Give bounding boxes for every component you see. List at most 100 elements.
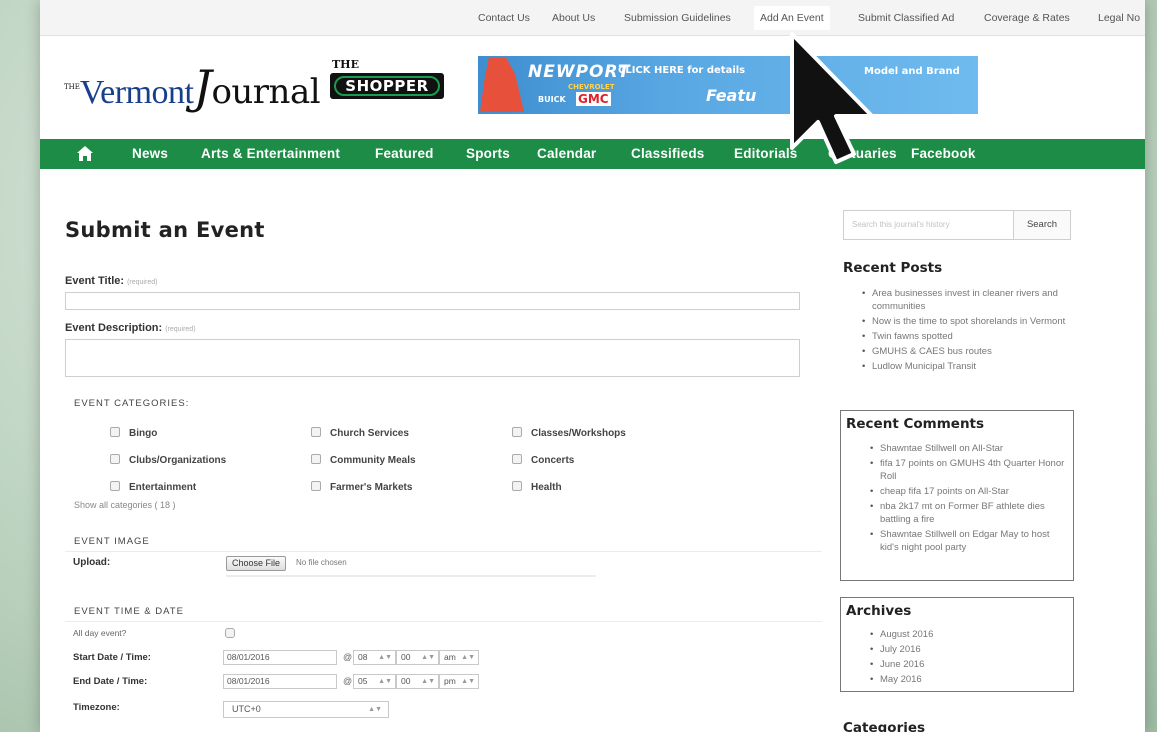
nav-obituaries[interactable]: Obituaries (828, 146, 897, 161)
nav-featured[interactable]: Featured (375, 146, 434, 161)
category-label: Bingo (129, 428, 158, 439)
banner-featured-text: Featu (706, 86, 757, 105)
checkbox[interactable] (110, 481, 120, 491)
category-church-services[interactable]: Church Services (311, 427, 409, 439)
category-label: Entertainment (129, 482, 197, 493)
search-input[interactable]: Search this journal's history (852, 220, 950, 229)
top-link-legal-notices[interactable]: Legal No (1098, 12, 1140, 24)
event-description-textarea[interactable] (65, 339, 800, 377)
end-date-label: End Date / Time: (73, 676, 148, 687)
upload-label: Upload: (73, 557, 111, 568)
archive-link[interactable]: June 2016 (870, 658, 1060, 671)
top-links-bar: Contact Us About Us Submission Guideline… (40, 0, 1145, 36)
recent-comment-link[interactable]: fifa 17 points on GMUHS 4th Quarter Hono… (870, 457, 1068, 483)
start-at-sign: @ (343, 652, 353, 662)
divider (65, 621, 822, 622)
top-link-about-us[interactable]: About Us (552, 12, 595, 24)
nav-arts-entertainment[interactable]: Arts & Entertainment (201, 146, 340, 161)
archive-link[interactable]: July 2016 (870, 643, 1060, 656)
show-all-categories-link[interactable]: Show all categories ( 18 ) (74, 500, 176, 510)
top-link-coverage-rates[interactable]: Coverage & Rates (984, 12, 1070, 24)
checkbox[interactable] (311, 481, 321, 491)
recent-post-link[interactable]: Now is the time to spot shorelands in Ve… (862, 315, 1070, 328)
checkbox[interactable] (311, 454, 321, 464)
start-ampm-spinner[interactable]: am ▲▼ (439, 650, 479, 665)
category-bingo[interactable]: Bingo (110, 427, 157, 439)
nav-news[interactable]: News (132, 146, 168, 161)
recent-post-link[interactable]: GMUHS & CAES bus routes (862, 345, 1070, 358)
recent-post-link[interactable]: Ludlow Municipal Transit (862, 360, 1070, 373)
checkbox[interactable] (110, 427, 120, 437)
banner-gmc: GMC (576, 92, 611, 106)
spinner-arrows-icon: ▲▼ (378, 678, 392, 685)
category-clubs-organizations[interactable]: Clubs/Organizations (110, 454, 226, 466)
start-minute-spinner[interactable]: 00 ▲▼ (396, 650, 439, 665)
archive-link[interactable]: August 2016 (870, 628, 1060, 641)
archive-link[interactable]: May 2016 (870, 673, 1060, 686)
top-link-submission-guidelines[interactable]: Submission Guidelines (624, 12, 731, 24)
shopper-logo[interactable]: SHOPPER THE (330, 58, 444, 100)
end-date-input[interactable]: 08/01/2016 (223, 674, 337, 689)
event-categories-heading: EVENT CATEGORIES: (74, 398, 190, 409)
nav-facebook[interactable]: Facebook (911, 146, 976, 161)
category-farmers-markets[interactable]: Farmer's Markets (311, 481, 412, 493)
recent-post-link[interactable]: Area businesses invest in cleaner rivers… (862, 287, 1070, 313)
recent-comment-link[interactable]: nba 2k17 mt on Former BF athlete dies ba… (870, 500, 1068, 526)
event-title-input[interactable] (65, 292, 800, 310)
recent-posts-list: Area businesses invest in cleaner rivers… (862, 287, 1070, 375)
category-classes-workshops[interactable]: Classes/Workshops (512, 427, 626, 439)
no-file-chosen-text: No file chosen (296, 558, 347, 567)
recent-comment-link[interactable]: Shawntae Stillwell on Edgar May to host … (870, 528, 1068, 554)
logo-j-letter: J (193, 60, 212, 114)
shopper-logo-text: SHOPPER (330, 73, 444, 99)
logo-the-text: THE (64, 83, 80, 91)
home-icon[interactable] (76, 145, 94, 162)
recent-comments-list: Shawntae Stillwell on All-Star fifa 17 p… (870, 442, 1068, 556)
checkbox[interactable] (512, 481, 522, 491)
top-link-add-an-event[interactable]: Add An Event (754, 6, 830, 30)
spinner-arrows-icon: ▲▼ (461, 654, 475, 661)
end-ampm-spinner[interactable]: pm ▲▼ (439, 674, 479, 689)
checkbox[interactable] (110, 454, 120, 464)
nav-classifieds[interactable]: Classifieds (631, 146, 704, 161)
checkbox[interactable] (512, 454, 522, 464)
spinner-arrows-icon: ▲▼ (421, 654, 435, 661)
category-label: Clubs/Organizations (129, 455, 227, 466)
event-description-label: Event Description: (required) (65, 322, 196, 334)
timezone-select[interactable]: UTC+0 ▲▼ (223, 701, 389, 718)
nav-sports[interactable]: Sports (466, 146, 510, 161)
chevron-down-icon: ▲▼ (368, 706, 382, 713)
spinner-arrows-icon: ▲▼ (378, 654, 392, 661)
event-description-required: (required) (165, 326, 196, 333)
checkbox[interactable] (311, 427, 321, 437)
nav-calendar[interactable]: Calendar (537, 146, 596, 161)
top-link-submit-classified-ad[interactable]: Submit Classified Ad (858, 12, 954, 24)
choose-file-button[interactable]: Choose File (226, 556, 287, 571)
category-entertainment[interactable]: Entertainment (110, 481, 196, 493)
end-minute-value: 00 (401, 676, 411, 686)
end-hour-spinner[interactable]: 05 ▲▼ (353, 674, 396, 689)
page-title: Submit an Event (65, 218, 265, 242)
banner-buick: BUICK (538, 95, 566, 104)
vermont-journal-logo[interactable]: THEVermontJournal (64, 60, 321, 114)
search-button[interactable]: Search (1013, 211, 1070, 239)
spinner-arrows-icon: ▲▼ (461, 678, 475, 685)
start-date-input[interactable]: 08/01/2016 (223, 650, 337, 665)
event-time-date-heading: EVENT TIME & DATE (74, 606, 184, 617)
end-minute-spinner[interactable]: 00 ▲▼ (396, 674, 439, 689)
category-community-meals[interactable]: Community Meals (311, 454, 416, 466)
recent-comment-link[interactable]: Shawntae Stillwell on All-Star (870, 442, 1068, 455)
category-health[interactable]: Health (512, 481, 562, 493)
category-concerts[interactable]: Concerts (512, 454, 574, 466)
banner-ad[interactable]: NEWPORT CHEVROLET BUICK GMC CLICK HERE f… (478, 56, 978, 114)
main-nav: News Arts & Entertainment Featured Sport… (40, 139, 1145, 169)
all-day-checkbox[interactable] (225, 628, 235, 638)
top-link-contact-us[interactable]: Contact Us (478, 12, 530, 24)
upload-hint-text (226, 575, 596, 577)
recent-post-link[interactable]: Twin fawns spotted (862, 330, 1070, 343)
recent-comment-link[interactable]: cheap fifa 17 points on All-Star (870, 485, 1068, 498)
checkbox[interactable] (512, 427, 522, 437)
banner-click-text: CLICK HERE for details (618, 65, 746, 76)
nav-editorials[interactable]: Editorials (734, 146, 798, 161)
start-hour-spinner[interactable]: 08 ▲▼ (353, 650, 396, 665)
